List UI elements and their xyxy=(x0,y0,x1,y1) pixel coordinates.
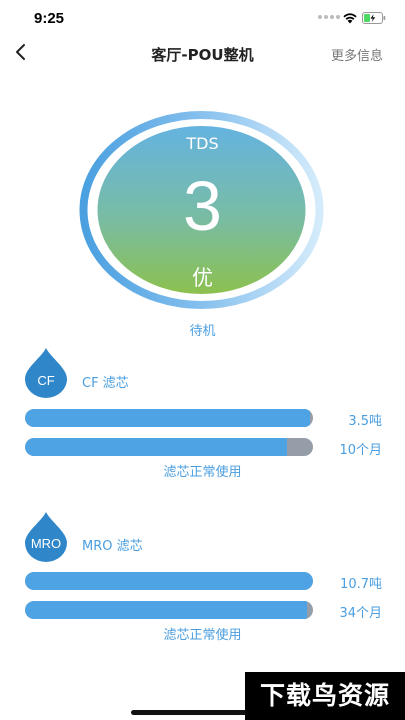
filter-badge-label: MRO xyxy=(30,536,62,551)
time-remaining-text: 34个月 xyxy=(339,606,382,621)
tds-label: TDS xyxy=(186,134,219,153)
water-drop-icon xyxy=(25,348,67,398)
filter-badge-label: CF xyxy=(37,373,55,388)
time-remaining-text: 10个月 xyxy=(339,443,382,458)
filter-name: CF 滤芯 xyxy=(82,376,129,391)
volume-progress-fill xyxy=(25,409,311,427)
volume-remaining-text: 3.5吨 xyxy=(348,414,382,429)
volume-progress-bar xyxy=(25,572,313,590)
device-state: 待机 xyxy=(189,324,216,339)
volume-progress-bar xyxy=(25,409,313,427)
filter-status: 滤芯正常使用 xyxy=(163,465,242,480)
watermark: 下载鸟资源 xyxy=(245,672,405,720)
status-time: 9:25 xyxy=(34,10,65,27)
time-progress-bar xyxy=(25,438,313,456)
signal-strength-icon xyxy=(318,15,340,19)
more-info-link[interactable]: 更多信息 xyxy=(331,45,383,64)
time-progress-fill xyxy=(25,438,288,456)
time-progress-bar xyxy=(25,601,313,619)
status-bar: 9:25 xyxy=(0,0,405,36)
time-progress-fill xyxy=(25,601,308,619)
volume-progress-fill xyxy=(25,572,313,590)
wifi-icon xyxy=(343,13,357,24)
nav-bar: 客厅-POU整机 更多信息 xyxy=(0,36,405,70)
tds-value: 3 xyxy=(183,167,222,245)
battery-charging-icon xyxy=(362,12,386,24)
volume-remaining-text: 10.7吨 xyxy=(340,577,382,592)
filter-name: MRO 滤芯 xyxy=(82,539,143,554)
tds-grade: 优 xyxy=(192,266,213,290)
filter-status: 滤芯正常使用 xyxy=(163,628,242,643)
